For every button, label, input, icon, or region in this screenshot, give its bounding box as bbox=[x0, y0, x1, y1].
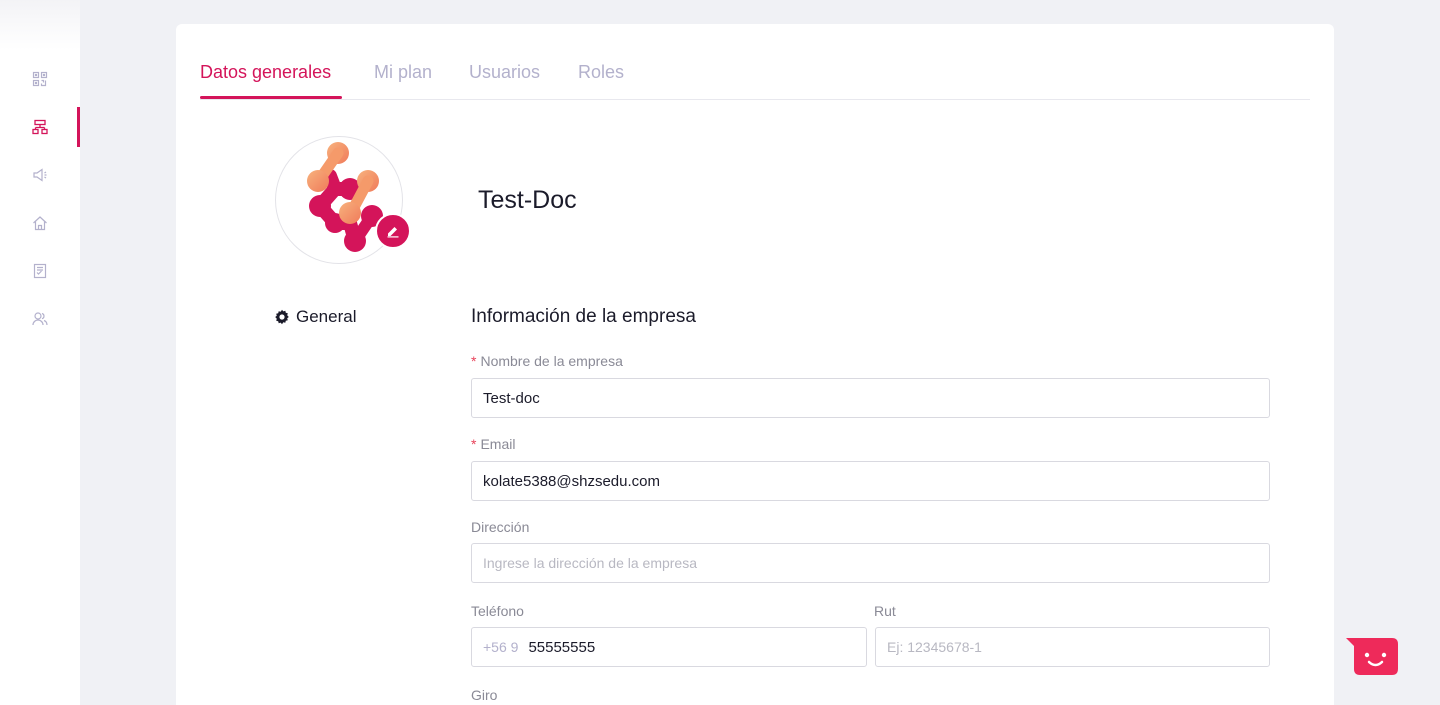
sidebar bbox=[0, 0, 80, 705]
email-label: * Email bbox=[471, 436, 515, 452]
company-name-heading: Test-Doc bbox=[478, 186, 577, 214]
address-input[interactable]: Ingrese la dirección de la empresa bbox=[471, 543, 1270, 583]
address-label: Dirección bbox=[471, 519, 530, 535]
sidebar-item-home[interactable] bbox=[0, 203, 80, 243]
sidebar-logo-area bbox=[0, 0, 80, 50]
sitemap-icon bbox=[32, 119, 48, 135]
tab-bar: Datos generales Mi plan Usuarios Roles bbox=[200, 24, 1310, 100]
company-name-input[interactable]: Test-doc bbox=[471, 378, 1270, 418]
address-placeholder: Ingrese la dirección de la empresa bbox=[483, 555, 698, 571]
company-name-label-text: Nombre de la empresa bbox=[480, 353, 623, 369]
phone-prefix: +56 9 bbox=[483, 639, 519, 655]
rut-label: Rut bbox=[874, 603, 896, 619]
document-icon bbox=[33, 263, 47, 279]
rut-input[interactable]: Ej: 12345678-1 bbox=[875, 627, 1270, 667]
sidebar-item-structure[interactable] bbox=[0, 107, 80, 147]
users-icon bbox=[32, 312, 48, 326]
company-logo bbox=[307, 142, 383, 252]
edit-avatar-button[interactable] bbox=[375, 213, 411, 249]
general-section-label: General bbox=[296, 307, 357, 326]
tab-usuarios[interactable]: Usuarios bbox=[469, 62, 540, 83]
rut-placeholder: Ej: 12345678-1 bbox=[887, 639, 982, 655]
email-label-text: Email bbox=[480, 436, 516, 452]
giro-label: Giro bbox=[471, 687, 498, 703]
sidebar-item-documents[interactable] bbox=[0, 251, 80, 291]
pencil-icon bbox=[387, 227, 399, 238]
section-title: Información de la empresa bbox=[471, 306, 696, 327]
required-mark: * bbox=[471, 436, 477, 452]
tab-mi-plan[interactable]: Mi plan bbox=[374, 62, 432, 83]
required-mark: * bbox=[471, 353, 477, 369]
tab-roles[interactable]: Roles bbox=[578, 62, 624, 83]
active-tab-indicator bbox=[200, 96, 342, 99]
company-name-label: * Nombre de la empresa bbox=[471, 353, 623, 369]
company-name-value: Test-doc bbox=[483, 389, 540, 407]
email-value: kolate5388@shzsedu.com bbox=[483, 472, 660, 490]
chat-button[interactable] bbox=[1346, 637, 1400, 677]
settings-card: Datos generales Mi plan Usuarios Roles T… bbox=[176, 24, 1334, 705]
sidebar-item-users[interactable] bbox=[0, 299, 80, 339]
tab-datos-generales[interactable]: Datos generales bbox=[200, 62, 331, 83]
phone-value: 55555555 bbox=[528, 638, 596, 656]
sidebar-item-announcements[interactable] bbox=[0, 155, 80, 195]
chat-bot-icon bbox=[1346, 638, 1398, 675]
gear-icon bbox=[275, 309, 289, 325]
sidebar-item-qr[interactable] bbox=[0, 59, 80, 99]
email-input[interactable]: kolate5388@shzsedu.com bbox=[471, 461, 1270, 501]
qr-code-icon bbox=[32, 71, 48, 87]
general-section-nav[interactable]: General bbox=[274, 307, 356, 327]
megaphone-icon bbox=[33, 168, 47, 182]
phone-label: Teléfono bbox=[471, 603, 524, 619]
phone-input[interactable]: +56 9 55555555 bbox=[471, 627, 867, 667]
home-icon bbox=[33, 216, 47, 231]
